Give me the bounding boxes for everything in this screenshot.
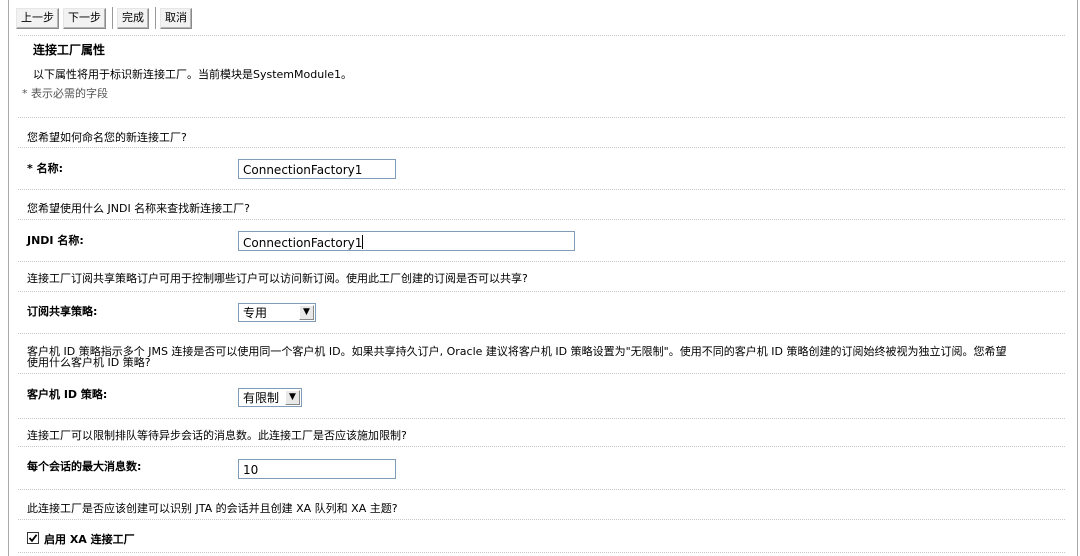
section-title: 连接工厂属性 (33, 43, 106, 57)
back-button[interactable]: 上一步 (16, 7, 59, 29)
divider (18, 147, 1065, 148)
jndi-input-value: ConnectionFactory1 (243, 236, 363, 250)
divider (18, 261, 1065, 262)
divider (18, 333, 1065, 334)
divider (18, 219, 1065, 220)
toolbar-separator (155, 7, 156, 29)
divider (18, 117, 1065, 118)
name-input[interactable]: ConnectionFactory1 (238, 159, 396, 179)
xa-enable-label[interactable]: 启用 XA 连接工厂 (44, 531, 135, 547)
required-note: * 表示必需的字段 (22, 87, 108, 100)
name-label: * 名称: (27, 162, 63, 175)
max-messages-label: 每个会话的最大消息数: (27, 460, 142, 473)
subscription-policy-select[interactable]: 专用 ▼ (238, 303, 316, 322)
jndi-name-input[interactable]: ConnectionFactory1 (238, 231, 575, 251)
text-cursor (362, 235, 364, 249)
cancel-button[interactable]: 取消 (160, 7, 192, 29)
jndi-label: JNDI 名称: (27, 234, 84, 247)
max-messages-question: 连接工厂可以限制排队等待异步会话的消息数。此连接工厂是否应该施加限制? (27, 429, 407, 442)
client-id-question-line1: 客户机 ID 策略指示多个 JMS 连接是否可以使用同一个客户机 ID。如果共享… (27, 345, 1007, 358)
checkmark-icon (28, 534, 38, 543)
next-button[interactable]: 下一步 (63, 7, 106, 29)
dropdown-arrow-icon[interactable]: ▼ (299, 305, 314, 320)
finish-button[interactable]: 完成 (117, 7, 149, 29)
section-description: 以下属性将用于标识新连接工厂。当前模块是SystemModule1。 (33, 68, 353, 81)
xa-question: 此连接工厂是否应该创建可以识别 JTA 的会话并且创建 XA 队列和 XA 主题… (27, 502, 398, 515)
name-question: 您希望如何命名您的新连接工厂? (27, 131, 187, 144)
wizard-toolbar: 上一步 下一步 完成 取消 (16, 7, 196, 29)
divider (18, 291, 1065, 292)
divider (18, 489, 1065, 490)
divider (18, 552, 1065, 553)
divider (18, 446, 1065, 447)
divider (18, 373, 1065, 374)
subscription-question: 连接工厂订阅共享策略订户可用于控制哪些订户可以访问新订阅。使用此工厂创建的订阅是… (27, 272, 528, 285)
jndi-question: 您希望使用什么 JNDI 名称来查找新连接工厂? (27, 202, 251, 215)
client-id-label: 客户机 ID 策略: (27, 388, 108, 401)
divider (18, 519, 1065, 520)
toolbar-separator (112, 7, 113, 29)
max-messages-value: 10 (243, 463, 259, 477)
client-id-selected-value: 有限制 (243, 391, 280, 405)
dropdown-arrow-icon[interactable]: ▼ (285, 390, 300, 405)
max-messages-input[interactable]: 10 (238, 459, 396, 479)
divider (18, 189, 1065, 190)
client-id-question-line2: 使用什么客户机 ID 策略? (27, 356, 151, 369)
subscription-selected-value: 专用 (243, 306, 268, 320)
subscription-label: 订阅共享策略: (27, 305, 98, 318)
xa-enable-checkbox[interactable] (27, 532, 39, 544)
name-input-value: ConnectionFactory1 (243, 163, 363, 177)
divider (18, 418, 1065, 419)
divider (18, 35, 1065, 36)
client-id-policy-select[interactable]: 有限制 ▼ (238, 388, 302, 407)
